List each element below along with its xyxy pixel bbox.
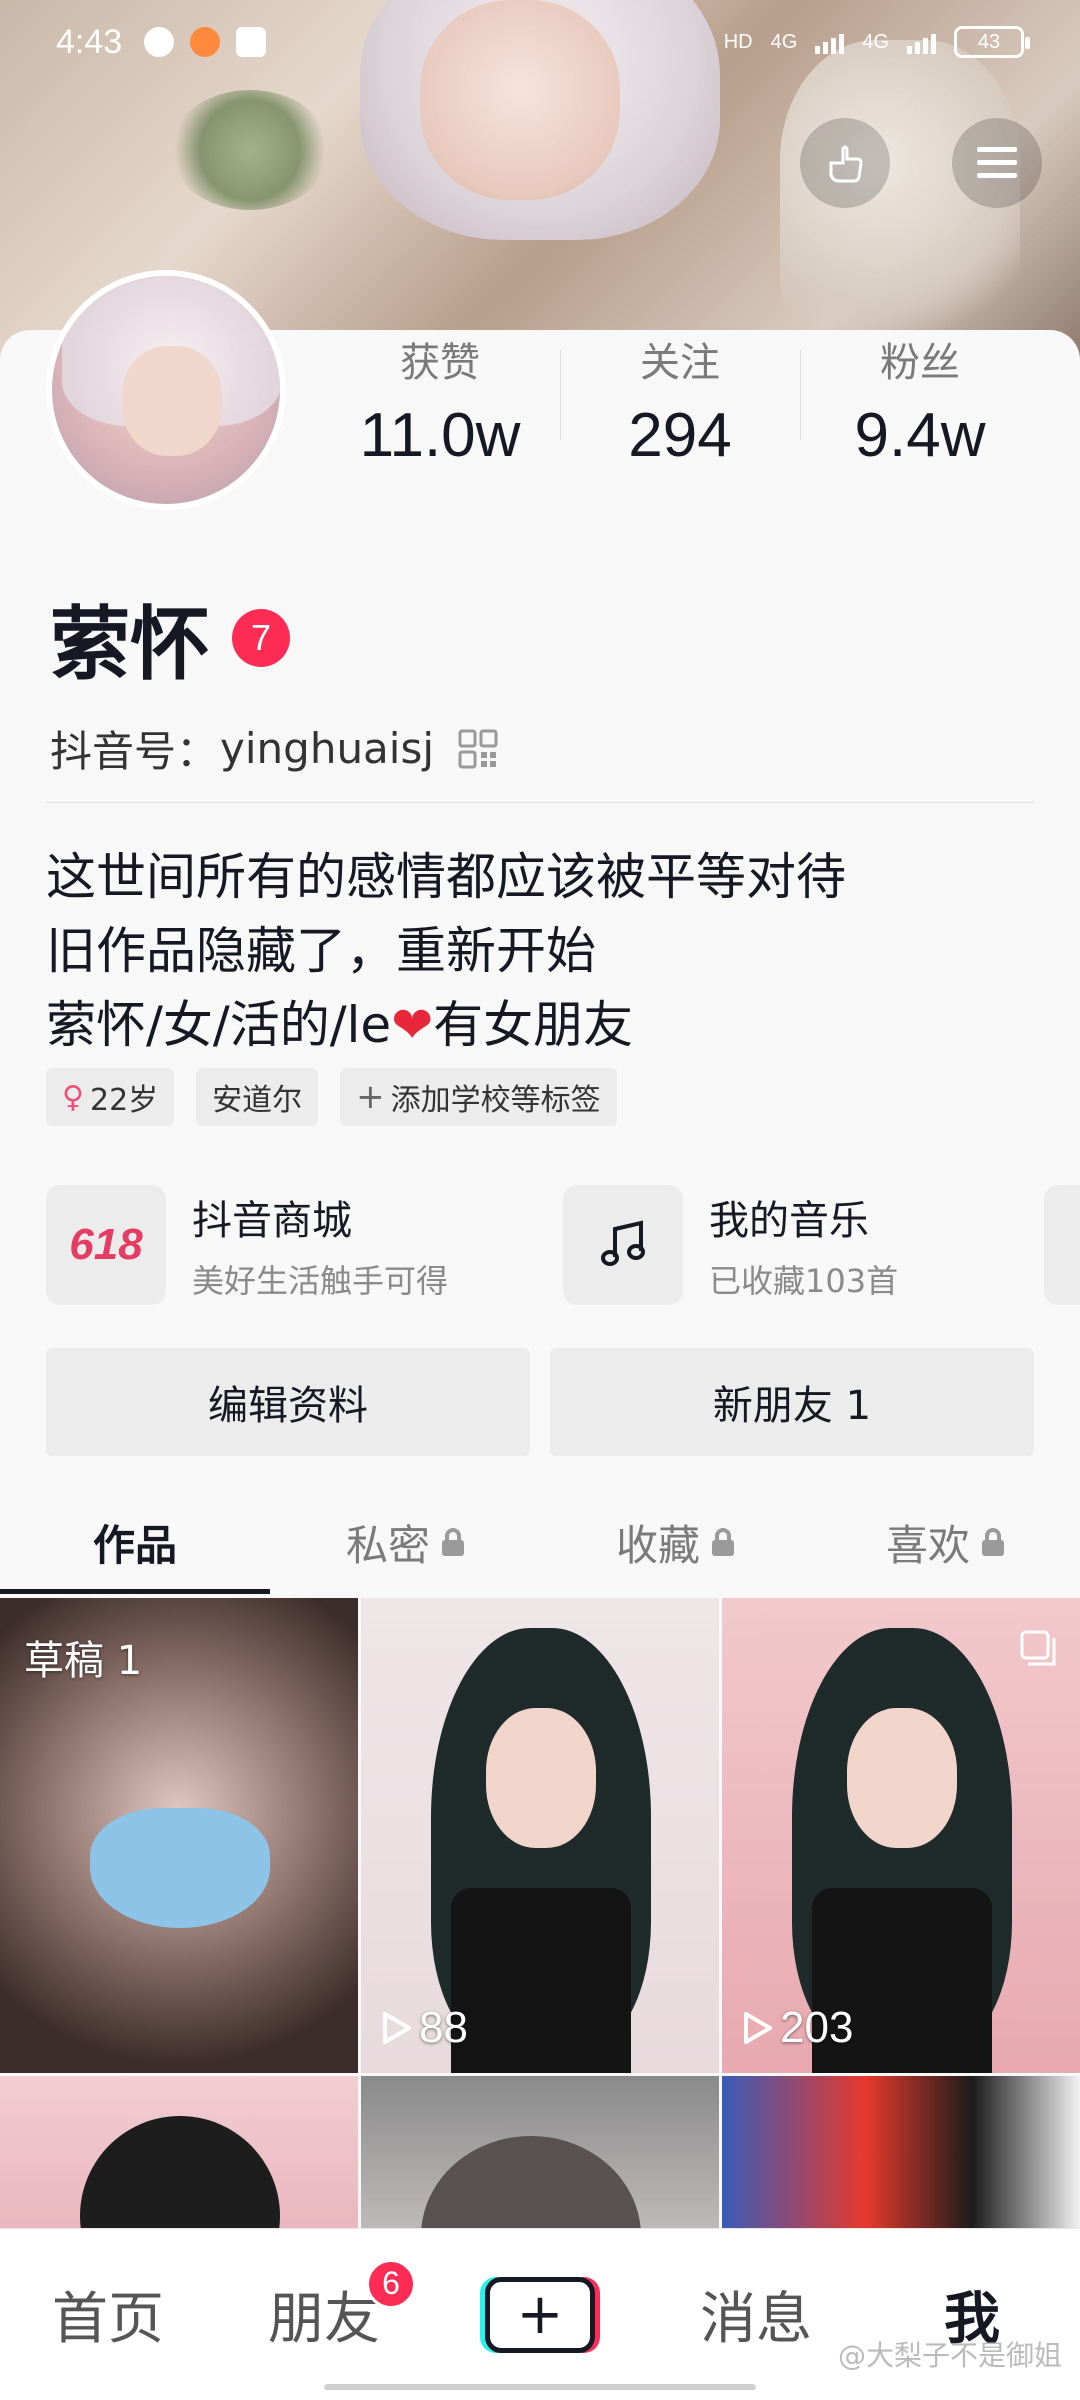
- stat-followers[interactable]: 粉丝 9.4w: [800, 330, 1040, 471]
- plus-icon: +: [356, 1077, 385, 1117]
- multi-image-icon: [1020, 1630, 1056, 1666]
- stat-value: 9.4w: [854, 401, 986, 470]
- net1-label: 4G: [770, 30, 798, 53]
- music-note-icon: [563, 1185, 683, 1305]
- shortcut-title: 抖音商城: [192, 1198, 352, 1244]
- content-tabs: 作品 私密 收藏 喜欢: [0, 1490, 1080, 1594]
- draft-label: 草稿 1: [24, 1638, 143, 1684]
- mask-shape: [90, 1808, 270, 1928]
- shortcut-title: 我的音乐: [709, 1198, 869, 1244]
- nav-create[interactable]: +: [432, 2265, 648, 2365]
- thumb-face: [847, 1708, 957, 1848]
- net2-label: 4G: [862, 30, 889, 53]
- status-bar: 4:43 HD 4G 4G 43: [0, 0, 1080, 84]
- banner-flowers: [170, 90, 330, 210]
- create-plus-icon[interactable]: +: [485, 2276, 595, 2353]
- name-badge[interactable]: 7: [232, 609, 290, 667]
- stat-label: 粉丝: [880, 340, 960, 386]
- weibo-icon: [190, 27, 221, 57]
- status-notification-icons: [144, 27, 267, 57]
- tab-works[interactable]: 作品: [0, 1490, 270, 1594]
- thumb-face: [486, 1708, 596, 1848]
- battery-level: 43: [977, 30, 1001, 53]
- stat-label: 获赞: [400, 340, 480, 386]
- nav-messages[interactable]: 消息: [648, 2265, 864, 2365]
- edit-profile-button[interactable]: 编辑资料: [46, 1348, 530, 1456]
- video-thumbnail[interactable]: 88: [361, 1598, 719, 2073]
- tag-label: 22岁: [89, 1083, 159, 1118]
- douyin-id: yinghuaisj: [220, 724, 435, 773]
- heart-icon: ❤: [391, 996, 434, 1054]
- douyin-id-label: 抖音号：: [50, 727, 219, 776]
- hd-indicator: HD: [723, 30, 753, 53]
- tab-favorites[interactable]: 收藏: [540, 1490, 810, 1594]
- shortcut-subtitle: 已收藏103首: [709, 1262, 899, 1300]
- shortcut-more[interactable]: [1044, 1185, 1080, 1305]
- divider: [46, 802, 1034, 803]
- status-time: 4:43: [56, 22, 123, 61]
- tab-private[interactable]: 私密: [270, 1490, 540, 1594]
- friends-badge: 6: [366, 2258, 416, 2309]
- signal-icon: [815, 30, 845, 54]
- tag-add-school[interactable]: + 添加学校等标签: [340, 1068, 617, 1126]
- play-count: 88: [379, 2003, 468, 2053]
- stat-label: 关注: [640, 340, 720, 386]
- tab-likes[interactable]: 喜欢: [810, 1490, 1080, 1594]
- shortcut-subtitle: 美好生活触手可得: [192, 1262, 449, 1300]
- name-row: 萦怀 7: [50, 580, 290, 696]
- home-indicator[interactable]: [324, 2384, 756, 2390]
- signal-icon: [907, 30, 936, 54]
- shortcut-mall[interactable]: 618 抖音商城 美好生活触手可得: [46, 1185, 563, 1305]
- nav-friends[interactable]: 朋友 6: [216, 2258, 432, 2365]
- qr-code-icon[interactable]: [458, 729, 498, 769]
- menu-button[interactable]: [952, 118, 1042, 208]
- avatar-face: [122, 346, 222, 456]
- lock-icon: [982, 1528, 1004, 1556]
- lock-icon: [442, 1528, 464, 1556]
- profile-name: 萦怀: [50, 598, 210, 691]
- works-grid: 草稿 1 88 203: [0, 1598, 1080, 2276]
- stat-value: 11.0w: [359, 401, 521, 470]
- bio-line: 旧作品隐藏了，重新开始: [46, 922, 596, 980]
- stat-following[interactable]: 关注 294: [560, 330, 800, 471]
- mall-618-icon: 618: [46, 1185, 166, 1305]
- play-icon: [744, 2012, 772, 2044]
- video-play-icon: [236, 27, 267, 57]
- tag-label: 添加学校等标签: [390, 1083, 601, 1118]
- profile-stats: 获赞 11.0w 关注 294 粉丝 9.4w: [320, 330, 1040, 471]
- stat-value: 294: [628, 401, 732, 470]
- avatar[interactable]: [46, 270, 286, 510]
- menu-icon: [977, 147, 1017, 178]
- draft-thumbnail[interactable]: 草稿 1: [0, 1598, 358, 2073]
- bottom-nav: 首页 朋友 6 + 消息 我 @大梨子不是御姐: [0, 2228, 1080, 2400]
- shortcut-music[interactable]: 我的音乐 已收藏103首: [563, 1185, 1080, 1305]
- bio-line: 这世间所有的感情都应该被平等对待: [46, 848, 846, 906]
- stat-likes[interactable]: 获赞 11.0w: [320, 330, 560, 471]
- nav-home[interactable]: 首页: [0, 2265, 216, 2365]
- status-right: HD 4G 4G 43: [723, 26, 1030, 58]
- female-icon: ♀: [62, 1079, 84, 1115]
- lock-icon: [712, 1528, 734, 1556]
- battery-icon: 43: [954, 26, 1030, 58]
- hand-point-icon: [829, 145, 863, 183]
- profile-tags: ♀ 22岁 安道尔 + 添加学校等标签: [46, 1068, 617, 1126]
- tag-location[interactable]: 安道尔: [196, 1068, 319, 1126]
- chat-bubble-icon: [144, 27, 175, 57]
- shortcuts-row: 618 抖音商城 美好生活触手可得 我的音乐 已收藏103首: [46, 1185, 1080, 1305]
- douyin-id-row[interactable]: 抖音号： yinghuaisj: [50, 718, 498, 779]
- tag-label: 安道尔: [212, 1083, 303, 1118]
- watermark: @大梨子不是御姐: [837, 2339, 1062, 2372]
- video-thumbnail[interactable]: 203: [722, 1598, 1080, 2073]
- bio-line: 萦怀/女/活的/le❤有女朋友: [46, 996, 634, 1054]
- thumb-dress: [451, 1888, 631, 2073]
- profile-buttons: 编辑资料 新朋友 1: [46, 1348, 1034, 1456]
- play-icon: [383, 2012, 411, 2044]
- notice-button[interactable]: [800, 118, 890, 208]
- tag-age[interactable]: ♀ 22岁: [46, 1068, 175, 1126]
- new-friends-button[interactable]: 新朋友 1: [550, 1348, 1034, 1456]
- play-count: 203: [740, 2003, 853, 2053]
- profile-bio: 这世间所有的感情都应该被平等对待 旧作品隐藏了，重新开始 萦怀/女/活的/le❤…: [46, 840, 846, 1062]
